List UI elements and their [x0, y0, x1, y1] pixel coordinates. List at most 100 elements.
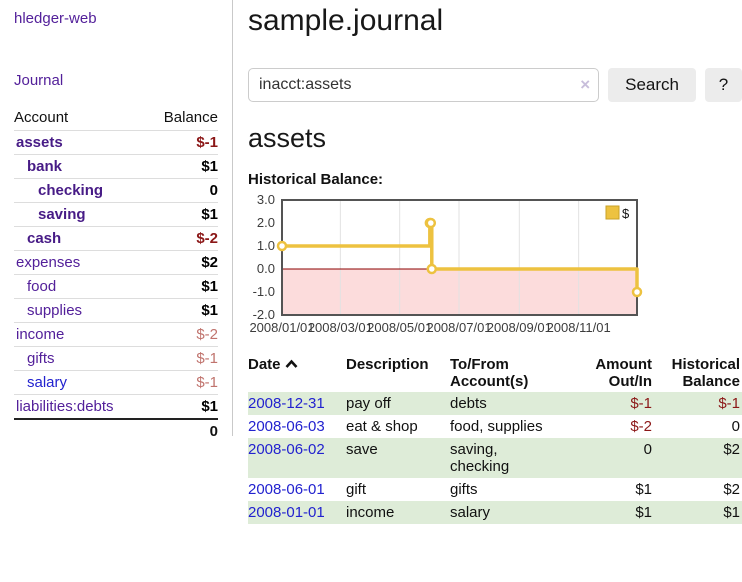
- transaction-amount: $1: [562, 478, 654, 501]
- transaction-row: 2008-06-01giftgifts$1$2: [248, 478, 742, 501]
- account-row: saving $1: [14, 203, 218, 227]
- register-header-accounts: To/From Account(s): [450, 354, 562, 392]
- search-button[interactable]: Search: [608, 68, 696, 102]
- account-link-bank[interactable]: bank: [27, 158, 62, 175]
- svg-text:0.0: 0.0: [257, 261, 275, 276]
- svg-text:2008/07/01: 2008/07/01: [426, 320, 491, 335]
- register-header-date[interactable]: Date: [248, 354, 346, 392]
- transaction-amount: $1: [562, 501, 654, 524]
- account-link-expenses[interactable]: expenses: [16, 254, 80, 271]
- accounts-header-account: Account: [14, 106, 146, 131]
- sort-ascending-icon: [285, 356, 298, 373]
- transaction-row: 2008-12-31pay offdebts$-1$-1: [248, 392, 742, 415]
- transaction-date-cell: 2008-06-03: [248, 415, 346, 438]
- accounts-body: assets$-1bank$1checking0saving$1cash$-2e…: [14, 131, 218, 420]
- transaction-date-link[interactable]: 2008-06-03: [248, 418, 325, 435]
- svg-text:2.0: 2.0: [257, 215, 275, 230]
- transaction-balance: $2: [654, 438, 742, 478]
- svg-text:3.0: 3.0: [257, 192, 275, 207]
- accounts-table: Account Balance assets$-1bank$1checking0…: [14, 106, 218, 443]
- account-link-cash[interactable]: cash: [27, 230, 61, 247]
- account-link-assets[interactable]: assets: [16, 134, 63, 151]
- accounts-header-row: Account Balance: [14, 106, 218, 131]
- chart-title: Historical Balance:: [248, 171, 742, 188]
- hledger-web-app: hledger-web Journal Account Balance asse…: [0, 0, 742, 582]
- transaction-accounts: food, supplies: [450, 415, 562, 438]
- register-body: 2008-12-31pay offdebts$-1$-1 2008-06-03 ea…: [248, 392, 742, 524]
- account-row: assets$-1: [14, 131, 218, 155]
- app-brand-link[interactable]: hledger-web: [14, 10, 218, 27]
- account-link-checking[interactable]: checking: [38, 182, 103, 199]
- account-balance: $1: [146, 203, 218, 227]
- transaction-accounts: saving, checking: [450, 438, 562, 478]
- transaction-date-cell: 2008-06-02: [248, 438, 346, 478]
- register-header-description: Description: [346, 354, 450, 392]
- historical-balance-chart: 2008/01/012008/03/012008/05/012008/07/01…: [248, 194, 742, 340]
- register-header-amount: Amount Out/In: [562, 354, 654, 392]
- account-row: cash$-2: [14, 227, 218, 251]
- svg-text:2008/03/01: 2008/03/01: [308, 320, 373, 335]
- account-row: liabilities:debts $1: [14, 395, 218, 420]
- register-header-balance: Historical Balance: [654, 354, 742, 392]
- account-balance: 0: [146, 179, 218, 203]
- transaction-date-cell: 2008-01-01: [248, 501, 346, 524]
- account-balance: $1: [146, 155, 218, 179]
- account-link-income[interactable]: income: [16, 326, 64, 343]
- account-balance: $-2: [146, 323, 218, 347]
- account-balance: $1: [146, 299, 218, 323]
- page-title: sample.journal: [248, 4, 742, 38]
- account-link-salary[interactable]: salary: [27, 374, 67, 391]
- svg-text:2008/01/01: 2008/01/01: [249, 320, 314, 335]
- transaction-description: save: [346, 438, 450, 478]
- account-balance: $-1: [146, 347, 218, 371]
- svg-text:2008/09/01: 2008/09/01: [487, 320, 552, 335]
- transaction-accounts: debts: [450, 392, 562, 415]
- account-link-liabilities-debts[interactable]: liabilities:debts: [16, 398, 114, 415]
- transaction-description: eat & shop: [346, 415, 450, 438]
- account-row: bank $1: [14, 155, 218, 179]
- account-link-gifts[interactable]: gifts: [27, 350, 55, 367]
- accounts-header-balance: Balance: [146, 106, 218, 131]
- accounts-total-value: 0: [146, 419, 218, 443]
- transaction-description: gift: [346, 478, 450, 501]
- transaction-date-cell: 2008-12-31: [248, 392, 346, 415]
- account-balance: $2: [146, 251, 218, 275]
- account-link-food[interactable]: food: [27, 278, 56, 295]
- transaction-balance: $1: [654, 501, 742, 524]
- transaction-accounts: gifts: [450, 478, 562, 501]
- account-balance: $1: [146, 275, 218, 299]
- account-heading: assets: [248, 123, 742, 154]
- svg-text:$: $: [622, 206, 630, 221]
- sidebar-item-journal[interactable]: Journal: [14, 72, 63, 89]
- transaction-amount: $-1: [562, 392, 654, 415]
- sidebar: hledger-web Journal Account Balance asse…: [0, 0, 233, 436]
- transaction-row: 2008-06-02 savesaving, checking0$2: [248, 438, 742, 478]
- search-bar: × Search ?: [248, 68, 742, 102]
- transaction-row: 2008-01-01incomesalary$1$1: [248, 501, 742, 524]
- register-header-row: Date Description To/From Account(s) Amou…: [248, 354, 742, 392]
- chart-svg: 2008/01/012008/03/012008/05/012008/07/01…: [248, 194, 648, 340]
- account-balance: $-1: [146, 371, 218, 395]
- transaction-date-link[interactable]: 2008-06-01: [248, 481, 325, 498]
- main-content: sample.journal × Search ? assets Histori…: [248, 0, 742, 524]
- transaction-row: 2008-06-03eat & shopfood, supplies$-20: [248, 415, 742, 438]
- transaction-accounts: salary: [450, 501, 562, 524]
- account-row: salary $-1: [14, 371, 218, 395]
- account-row: checking 0: [14, 179, 218, 203]
- account-link-saving[interactable]: saving: [38, 206, 86, 223]
- transaction-description: income: [346, 501, 450, 524]
- help-button[interactable]: ?: [705, 68, 742, 102]
- transaction-date-link[interactable]: 2008-06-02: [248, 441, 325, 458]
- account-link-supplies[interactable]: supplies: [27, 302, 82, 319]
- clear-search-icon[interactable]: ×: [580, 75, 590, 95]
- transaction-amount: 0: [562, 438, 654, 478]
- account-balance: $1: [146, 395, 218, 420]
- transaction-date-link[interactable]: 2008-01-01: [248, 504, 325, 521]
- account-row: gifts $-1: [14, 347, 218, 371]
- transaction-date-link[interactable]: 2008-12-31: [248, 395, 325, 412]
- account-row: food $1: [14, 275, 218, 299]
- search-input[interactable]: [248, 68, 599, 102]
- transaction-amount: $-2: [562, 415, 654, 438]
- accounts-total-row: 0: [14, 419, 218, 443]
- svg-text:2008/11/01: 2008/11/01: [547, 320, 611, 335]
